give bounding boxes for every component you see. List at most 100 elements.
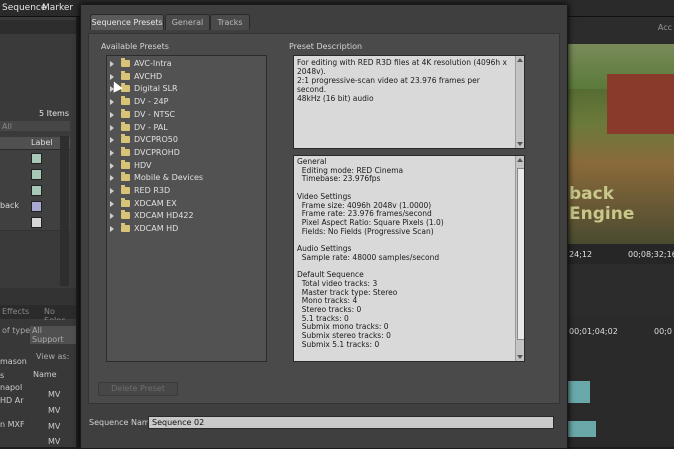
folder-item[interactable]: s	[0, 371, 4, 380]
preset-folder-dvcpro50[interactable]: DVCPRO50	[107, 134, 266, 146]
preset-folder-mobile-devices[interactable]: Mobile & Devices	[107, 172, 266, 184]
label-swatch	[31, 185, 42, 196]
timeline-panel: 00;01;04;02 00;0	[566, 315, 674, 447]
details-scrollbar[interactable]	[515, 156, 524, 361]
preset-folder-xdcam-ex[interactable]: XDCAM EX	[107, 197, 266, 210]
folder-icon	[121, 210, 130, 220]
row-name: back	[0, 201, 20, 210]
presets-tree: AVC-Intra AVCHD Digital SLR DV - 24P DV …	[106, 55, 267, 362]
folder-icon	[121, 172, 130, 182]
delete-preset-button[interactable]: Delete Preset	[98, 382, 178, 396]
preset-folder-dv-24p[interactable]: DV - 24P	[107, 96, 266, 108]
file-item[interactable]: MV	[48, 437, 60, 446]
preset-details-text: General Editing mode: RED Cinema Timebas…	[297, 157, 444, 349]
view-as-label: View as:	[36, 352, 70, 361]
folder-icon	[121, 159, 130, 169]
tab-sequence-presets[interactable]: Sequence Presets	[90, 14, 164, 30]
preset-folder-dv-pal[interactable]: DV - PAL	[107, 121, 266, 134]
folder-item[interactable]: HD Ar	[0, 396, 23, 405]
duration-timecode: 00;08;32;16	[628, 250, 674, 259]
scrollbar-thumb[interactable]	[517, 168, 524, 340]
current-timecode: 24;12	[569, 250, 593, 259]
scroll-up-icon[interactable]	[517, 58, 523, 62]
expand-arrow-icon[interactable]	[110, 111, 114, 118]
project-filter-bar: All	[0, 121, 70, 131]
preset-folder-avc-intra[interactable]: AVC-Intra	[107, 58, 266, 70]
preset-folder-avchd[interactable]: AVCHD	[107, 70, 266, 83]
label-column-header[interactable]: Label	[31, 138, 53, 147]
expand-arrow-icon[interactable]	[110, 162, 114, 169]
tab-tracks[interactable]: Tracks	[210, 14, 250, 30]
expand-arrow-icon[interactable]	[110, 200, 114, 207]
timeline-clip[interactable]	[566, 421, 596, 437]
preset-folder-dvcprohd[interactable]: DVCPROHD	[107, 146, 266, 159]
folder-icon	[121, 108, 130, 118]
folder-icon	[121, 70, 130, 80]
video-building	[607, 74, 674, 134]
folder-icon	[121, 185, 130, 194]
file-item[interactable]: MV	[48, 406, 60, 415]
expand-arrow-icon[interactable]	[110, 149, 114, 156]
expand-arrow-icon[interactable]	[110, 99, 114, 106]
file-item[interactable]: MV	[48, 422, 60, 431]
expand-arrow-icon[interactable]	[110, 226, 114, 233]
folder-icon	[121, 83, 130, 93]
timeline-clip[interactable]	[566, 381, 590, 403]
folder-icon	[121, 223, 130, 233]
folder-icon	[121, 96, 130, 106]
label-swatch	[31, 201, 42, 212]
expand-arrow-icon[interactable]	[110, 137, 114, 144]
folder-icon	[121, 58, 130, 67]
preset-description-text: For editing with RED R3D files at 4K res…	[297, 58, 507, 103]
preset-folder-xdcam-hd422[interactable]: XDCAM HD422	[107, 210, 266, 222]
preset-details-box[interactable]: General Editing mode: RED Cinema Timebas…	[293, 155, 525, 362]
label-swatch	[31, 217, 42, 228]
label-swatch	[31, 169, 42, 180]
folder-icon	[121, 134, 130, 144]
effects-tabs: Effects No Selec	[0, 305, 76, 325]
folder-icon	[121, 197, 130, 207]
timeline-timecode: 00;01;04;02	[569, 327, 618, 336]
preset-folder-xdcam-hd[interactable]: XDCAM HD	[107, 223, 266, 235]
menu-marker[interactable]: Marker	[42, 3, 73, 13]
available-presets-label: Available Presets	[101, 42, 169, 51]
preset-folder-hdv[interactable]: HDV	[107, 159, 266, 172]
preset-description-box[interactable]: For editing with RED R3D files at 4K res…	[293, 55, 525, 149]
expand-arrow-icon[interactable]	[110, 73, 114, 80]
files-of-type-select[interactable]: All Support	[30, 326, 76, 344]
folder-item[interactable]: mason	[0, 357, 27, 366]
video-overlay-text: back Engine	[569, 184, 635, 224]
expand-arrow-icon[interactable]	[110, 175, 114, 182]
file-item[interactable]: MV	[48, 390, 60, 399]
tab-effects[interactable]: Effects	[2, 307, 29, 316]
folder-icon	[121, 121, 130, 131]
preset-folder-dv-ntsc[interactable]: DV - NTSC	[107, 108, 266, 121]
expand-arrow-icon[interactable]	[110, 188, 114, 194]
video-frame: back Engine	[567, 44, 674, 244]
scroll-up-icon[interactable]	[517, 158, 523, 162]
preset-folder-digital-slr[interactable]: Digital SLR	[107, 83, 266, 95]
project-item-count: 5 Items	[39, 109, 70, 118]
label-swatch	[31, 153, 42, 164]
scroll-down-icon[interactable]	[517, 355, 523, 359]
preset-folder-red-r3d[interactable]: RED R3D	[107, 185, 266, 197]
sequence-name-input[interactable]: Sequence 02	[148, 416, 554, 429]
name-column-header[interactable]: Name	[33, 370, 57, 379]
preset-description-label: Preset Description	[289, 42, 363, 51]
folder-item[interactable]: napol	[0, 383, 22, 392]
workspace-label[interactable]: Acc	[658, 23, 672, 32]
description-scrollbar[interactable]	[515, 56, 524, 148]
expand-arrow-icon[interactable]	[110, 124, 114, 131]
timeline-timecode-2: 00;0	[654, 327, 672, 336]
expand-arrow-icon[interactable]	[110, 213, 114, 220]
project-scrollbar[interactable]	[60, 136, 69, 286]
expand-arrow-icon[interactable]	[110, 61, 114, 67]
tab-general[interactable]: General	[165, 14, 210, 30]
project-panel-tabs	[0, 20, 76, 34]
media-browser-panel: of type: All Support View as: Name mason…	[0, 320, 76, 447]
folder-icon	[121, 146, 130, 156]
filter-label: All	[2, 122, 12, 131]
folder-item[interactable]: n MXF	[0, 420, 25, 429]
scroll-down-icon[interactable]	[517, 142, 523, 146]
menu-sequence[interactable]: Sequence	[2, 3, 46, 13]
